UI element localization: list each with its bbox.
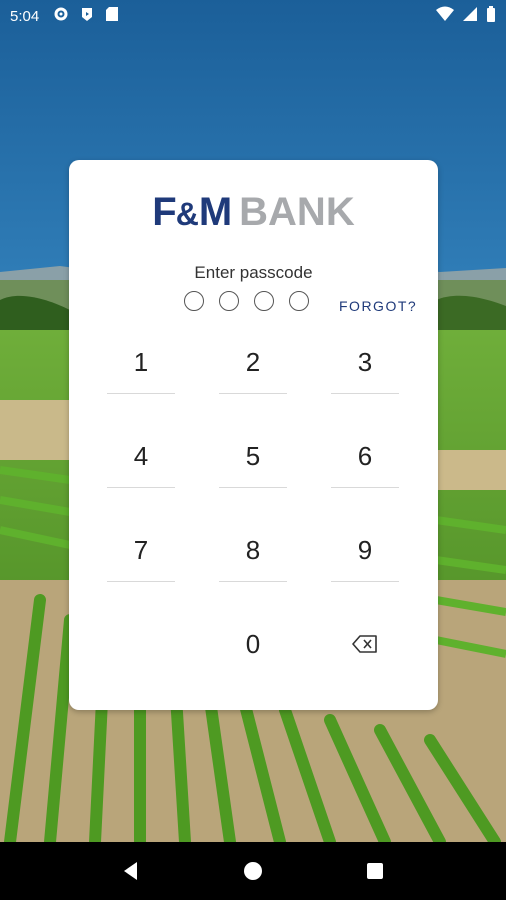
signal-icon (462, 6, 478, 26)
key-label: 8 (245, 534, 261, 565)
key-6[interactable]: 6 (331, 424, 399, 488)
back-button[interactable] (111, 851, 151, 891)
sd-card-icon (105, 6, 119, 26)
key-label: 6 (357, 440, 373, 471)
key-1[interactable]: 1 (107, 330, 175, 394)
backspace-button[interactable] (331, 612, 399, 676)
home-icon (244, 862, 262, 880)
key-underline (331, 487, 399, 488)
status-bar: 5:04 (0, 0, 506, 32)
key-label: 1 (133, 346, 149, 377)
key-9[interactable]: 9 (331, 518, 399, 582)
wifi-icon (436, 6, 454, 26)
key-underline (219, 581, 287, 582)
key-underline (107, 393, 175, 394)
key-label: 5 (245, 440, 261, 471)
key-4[interactable]: 4 (107, 424, 175, 488)
passcode-dot (219, 291, 239, 311)
forgot-passcode-link[interactable]: FORGOT? (339, 298, 417, 314)
home-button[interactable] (233, 851, 273, 891)
status-time: 5:04 (10, 7, 40, 25)
key-underline (331, 393, 399, 394)
fm-bank-logo: F&M BANK (152, 190, 355, 234)
key-label: 9 (357, 534, 373, 565)
settings-gear-icon (53, 6, 69, 26)
play-protect-icon (79, 6, 95, 26)
key-label: 4 (133, 440, 149, 471)
key-label: 3 (357, 346, 373, 377)
recents-button[interactable] (355, 851, 395, 891)
key-underline (219, 487, 287, 488)
navigation-bar (0, 842, 506, 900)
key-label: 7 (133, 534, 149, 565)
backspace-icon (352, 629, 378, 660)
passcode-card: F&M BANK Enter passcode FORGOT? 1 2 3 4 … (69, 160, 438, 710)
key-2[interactable]: 2 (219, 330, 287, 394)
key-3[interactable]: 3 (331, 330, 399, 394)
battery-icon (486, 6, 496, 26)
key-underline (107, 487, 175, 488)
key-8[interactable]: 8 (219, 518, 287, 582)
key-7[interactable]: 7 (107, 518, 175, 582)
passcode-dot (289, 291, 309, 311)
key-0[interactable]: 0 (219, 612, 287, 676)
back-icon (124, 862, 137, 880)
key-underline (107, 581, 175, 582)
key-underline (219, 393, 287, 394)
key-5[interactable]: 5 (219, 424, 287, 488)
passcode-dot (254, 291, 274, 311)
key-label: 2 (245, 346, 261, 377)
passcode-dots (184, 291, 309, 311)
passcode-dot (184, 291, 204, 311)
key-label: 0 (245, 628, 261, 659)
key-underline (331, 581, 399, 582)
passcode-prompt: Enter passcode (194, 263, 313, 282)
recents-icon (367, 863, 383, 879)
